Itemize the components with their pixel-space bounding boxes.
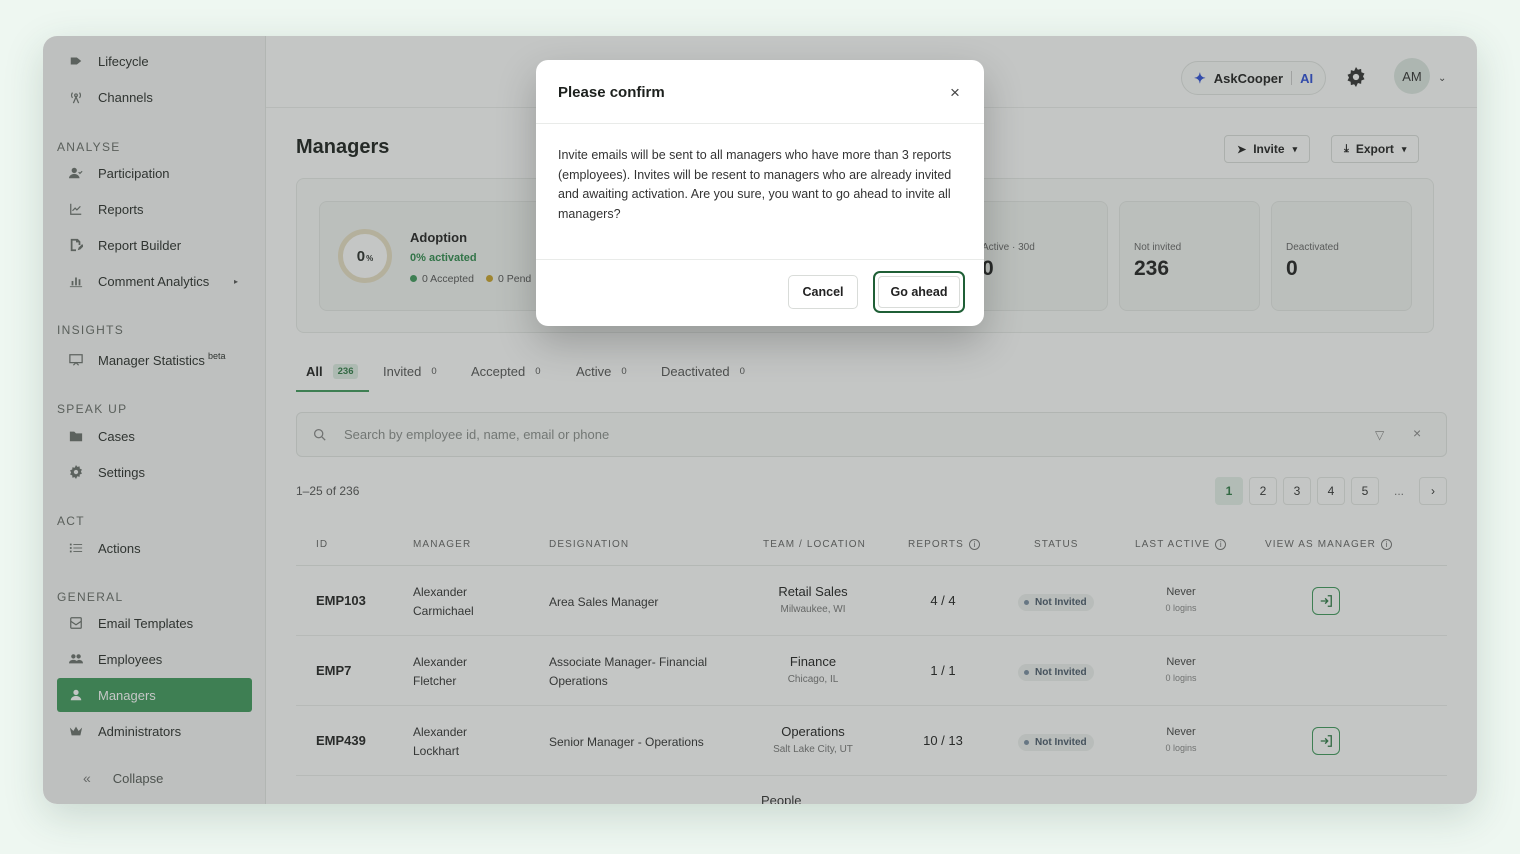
confirm-dialog: Please confirm × Invite emails will be s… [536,60,984,326]
go-ahead-label: Go ahead [878,276,960,308]
go-ahead-button[interactable]: Go ahead [873,271,965,313]
dialog-header: Please confirm × [536,60,984,124]
cancel-button[interactable]: Cancel [788,275,858,309]
close-icon[interactable]: × [946,83,964,102]
dialog-message: Invite emails will be sent to all manage… [558,148,952,221]
dialog-divider [536,259,984,260]
dialog-title: Please confirm [558,84,665,101]
